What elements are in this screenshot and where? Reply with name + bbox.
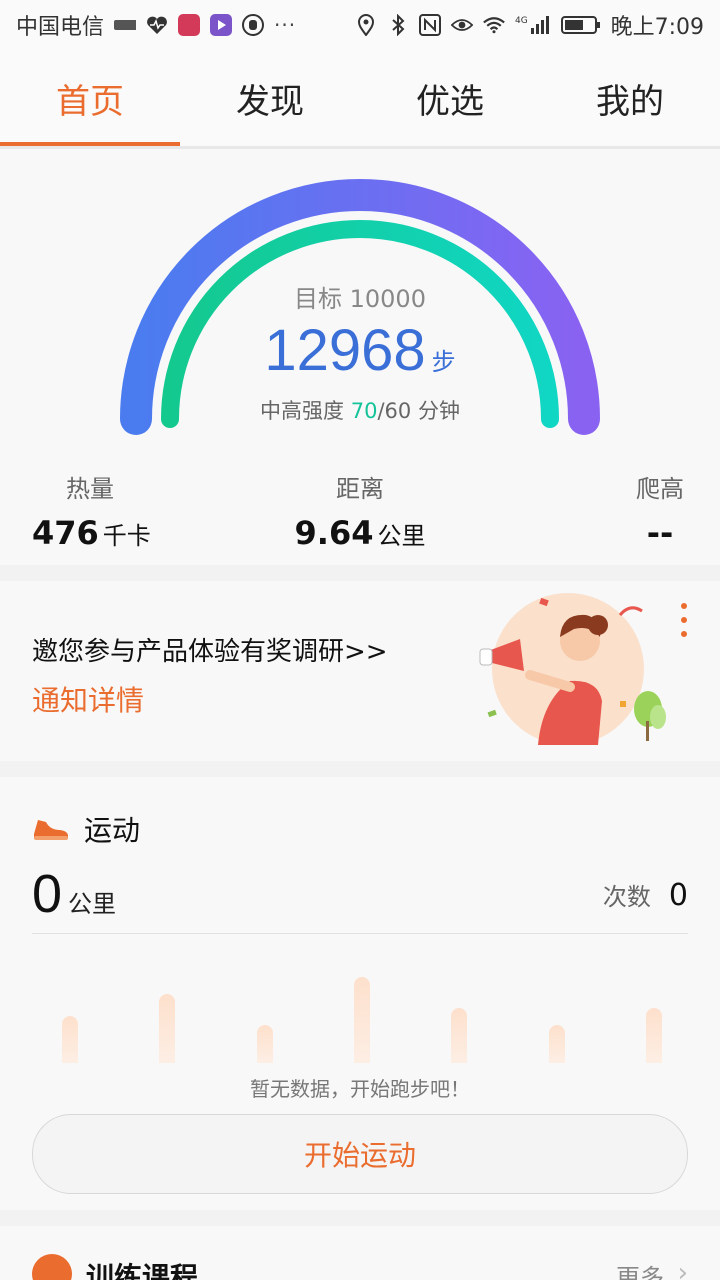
- steps-target: 目标 10000: [294, 285, 426, 313]
- distance-label: 距离: [336, 475, 384, 503]
- video-icon: [210, 14, 233, 36]
- divider: [32, 933, 688, 934]
- training-icon: [32, 1254, 72, 1280]
- intensity-goal: /60 分钟: [377, 399, 460, 423]
- heart-rate-icon: [146, 14, 168, 36]
- nfc-icon: [418, 14, 441, 36]
- calories-value: 476: [32, 514, 99, 552]
- placeholder-bar: [62, 1016, 78, 1063]
- exercise-count-value: 0: [668, 878, 688, 913]
- training-title: 训练课程: [86, 1261, 199, 1280]
- distance-value: 9.64: [294, 514, 374, 552]
- carrier-name: 中国电信: [16, 15, 105, 40]
- placeholder-bar: [646, 1008, 662, 1063]
- steps-unit: 步: [431, 348, 456, 376]
- calories-unit: 千卡: [102, 522, 151, 550]
- exercise-title: 运动: [84, 814, 141, 847]
- exercise-card[interactable]: 运动 0 公里 次数 0 暂无数据，开始跑步吧！ 开始运动: [0, 777, 720, 1210]
- wifi-icon: [482, 14, 505, 36]
- megaphone-girl-illustration: [479, 593, 666, 745]
- huawei-icon: [178, 14, 201, 36]
- more-options-icon[interactable]: [676, 603, 692, 653]
- steps-summary-card[interactable]: 目标 10000 12968 步 中高强度 70/60 分钟 热量 476 千卡 距…: [0, 149, 720, 565]
- clock-time: 晚上7:09: [610, 15, 704, 40]
- signal-icon: 4G: [515, 14, 551, 36]
- placeholder-bar: [549, 1025, 565, 1063]
- tab-me[interactable]: 我的: [540, 50, 720, 146]
- calories-stat: 热量 476 千卡: [32, 469, 212, 552]
- tab-featured[interactable]: 优选: [360, 50, 540, 146]
- training-more-link[interactable]: 更多: [616, 1258, 664, 1280]
- chevron-right-icon[interactable]: ›: [678, 1258, 688, 1280]
- running-shoe-icon: [34, 820, 68, 840]
- climb-stat: 爬高 --: [600, 469, 720, 552]
- tab-home[interactable]: 首页: [0, 50, 180, 146]
- eye-icon: [450, 14, 473, 36]
- placeholder-bar: [159, 994, 175, 1063]
- steps-count: 12968 步: [0, 317, 720, 384]
- hand-icon: [242, 14, 265, 36]
- top-tab-bar: 首页 发现 优选 我的: [0, 50, 720, 149]
- network-type-label: 4G: [515, 16, 528, 26]
- location-icon: [355, 14, 377, 36]
- intensity-summary: 中高强度 70/60 分钟: [0, 395, 720, 425]
- bluetooth-icon: [387, 14, 409, 36]
- intensity-label: 中高强度: [260, 399, 345, 423]
- app-badge-icon: [114, 14, 137, 36]
- exercise-distance-value: 0: [32, 864, 63, 924]
- exercise-distance-unit: 公里: [68, 890, 117, 918]
- intensity-value: 70: [350, 399, 378, 423]
- steps-value: 12968: [264, 318, 426, 383]
- placeholder-bar: [451, 1008, 467, 1063]
- survey-title[interactable]: 邀您参与产品体验有奖调研>>: [32, 631, 388, 668]
- calories-label: 热量: [66, 475, 114, 503]
- exercise-header: 运动: [32, 809, 140, 849]
- exercise-count: 次数 0: [603, 877, 688, 913]
- distance-stat: 距离 9.64 公里: [270, 469, 450, 552]
- active-tab-indicator: [0, 142, 180, 146]
- survey-details-link[interactable]: 通知详情: [32, 679, 144, 719]
- distance-unit: 公里: [377, 522, 426, 550]
- more-dots-icon: ···: [274, 13, 297, 37]
- battery-icon: [560, 14, 601, 36]
- placeholder-bar: [257, 1025, 273, 1063]
- climb-value: --: [646, 514, 674, 552]
- tab-discover[interactable]: 发现: [180, 50, 360, 146]
- empty-state-text: 暂无数据，开始跑步吧！: [250, 1077, 470, 1101]
- survey-banner-card[interactable]: 邀您参与产品体验有奖调研>> 通知详情: [0, 581, 720, 761]
- climb-label: 爬高: [636, 475, 684, 503]
- start-exercise-button[interactable]: 开始运动: [32, 1114, 688, 1194]
- status-bar: 中国电信 ··· 4G 晚上7:09: [0, 0, 720, 50]
- training-courses-card[interactable]: 训练课程 更多 ›: [0, 1226, 720, 1280]
- exercise-count-label: 次数: [602, 883, 651, 911]
- placeholder-bar: [354, 977, 370, 1063]
- exercise-distance: 0 公里: [32, 863, 116, 925]
